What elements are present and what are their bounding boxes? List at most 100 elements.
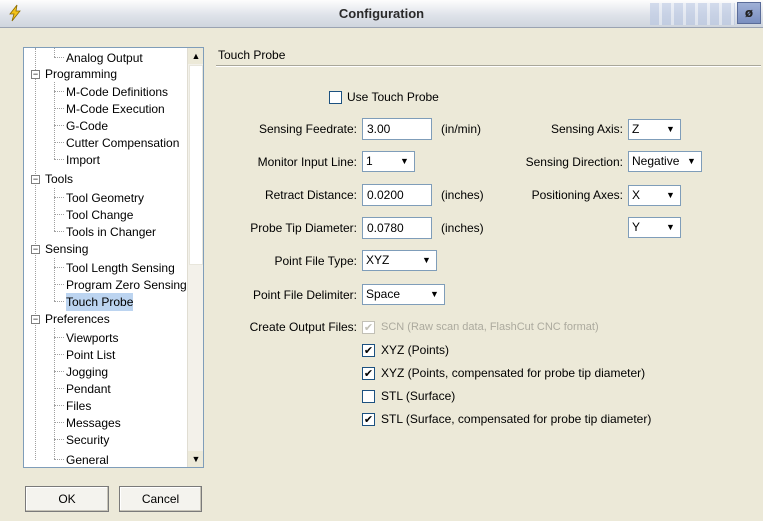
- positioning-axis-1-select[interactable]: X ▼: [628, 185, 681, 206]
- tree-line: [54, 354, 64, 355]
- output-stl-checkbox[interactable]: [362, 390, 375, 403]
- output-stl-compensated-checkbox[interactable]: ✔: [362, 413, 375, 426]
- tree-line: [54, 82, 55, 159]
- sensing-axis-select[interactable]: Z ▼: [628, 119, 681, 140]
- retract-distance-input[interactable]: 0.0200: [362, 184, 432, 206]
- output-xyz-compensated-checkbox[interactable]: ✔: [362, 367, 375, 380]
- monitor-input-line-value: 1: [366, 154, 373, 168]
- tree-item-label: Viewports: [66, 331, 119, 345]
- cancel-button[interactable]: Cancel: [119, 486, 202, 512]
- sensing-feedrate-unit: (in/min): [441, 122, 482, 136]
- output-xyz-label: XYZ (Points): [381, 343, 450, 357]
- positioning-axis-1-value: X: [632, 188, 641, 202]
- dropdown-arrow-icon: ▼: [687, 156, 696, 166]
- tree-item-label: Security: [66, 433, 110, 447]
- close-button[interactable]: ø: [737, 2, 761, 24]
- dropdown-arrow-icon: ▼: [666, 190, 675, 200]
- tree-item-label: M-Code Execution: [66, 102, 165, 116]
- collapse-icon[interactable]: −: [31, 245, 40, 254]
- tree-line: [54, 197, 64, 198]
- section-divider: [216, 65, 761, 67]
- dropdown-arrow-icon: ▼: [400, 156, 409, 166]
- positioning-axes-label: Positioning Axes:: [531, 188, 623, 202]
- tree-line: [54, 388, 64, 389]
- tree-item-label: General: [66, 453, 109, 467]
- collapse-icon[interactable]: −: [31, 70, 40, 79]
- tree-item-label: Touch Probe: [66, 293, 134, 311]
- tree-line: [54, 439, 64, 440]
- tree-item-label: Programming: [45, 67, 118, 81]
- output-scn-label: SCN (Raw scan data, FlashCut CNC format): [381, 321, 599, 333]
- tree-line: [54, 188, 55, 231]
- tree-line: [54, 142, 64, 143]
- output-scn-checkbox: ✔: [362, 321, 375, 334]
- tree-line: [54, 284, 64, 285]
- tree-line: [54, 405, 64, 406]
- tree-line: [54, 108, 64, 109]
- retract-distance-unit: (inches): [441, 188, 484, 202]
- window-title: Configuration: [338, 6, 425, 21]
- tree-item-label: M-Code Definitions: [66, 85, 169, 99]
- dropdown-arrow-icon: ▼: [666, 124, 675, 134]
- tree-item-label: Import: [66, 153, 101, 167]
- sensing-feedrate-input[interactable]: 3.00: [362, 118, 432, 140]
- sensing-direction-select[interactable]: Negative ▼: [628, 151, 702, 172]
- point-file-type-select[interactable]: XYZ ▼: [362, 250, 437, 271]
- tree-line: [54, 57, 64, 58]
- tree-item-label: Messages: [66, 416, 121, 430]
- probe-tip-diameter-unit: (inches): [441, 221, 484, 235]
- tree-line: [54, 214, 64, 215]
- output-stl-label: STL (Surface): [381, 389, 456, 403]
- tree-line: [54, 301, 64, 302]
- dropdown-arrow-icon: ▼: [430, 289, 439, 299]
- tree-item-label: Tools: [45, 172, 74, 186]
- tree-item-label: Point List: [66, 348, 116, 362]
- point-file-delimiter-value: Space: [366, 287, 401, 301]
- dropdown-arrow-icon: ▼: [422, 255, 431, 265]
- tree-line: [54, 125, 64, 126]
- tree-item-label: Tool Length Sensing: [66, 261, 175, 275]
- sensing-feedrate-label: Sensing Feedrate:: [258, 122, 357, 136]
- sensing-axis-value: Z: [632, 122, 640, 136]
- dropdown-arrow-icon: ▼: [666, 222, 675, 232]
- positioning-axis-2-value: Y: [632, 220, 641, 234]
- scroll-down-arrow-icon[interactable]: ▼: [188, 451, 203, 467]
- output-xyz-checkbox[interactable]: ✔: [362, 344, 375, 357]
- positioning-axis-2-select[interactable]: Y ▼: [628, 217, 681, 238]
- collapse-icon[interactable]: −: [31, 315, 40, 324]
- settings-tree[interactable]: Analog Output − Programming M-Code Defin…: [23, 47, 204, 468]
- point-file-delimiter-select[interactable]: Space ▼: [362, 284, 445, 305]
- monitor-input-line-select[interactable]: 1 ▼: [362, 151, 415, 172]
- tree-line: [54, 159, 64, 160]
- ok-button[interactable]: OK: [25, 486, 109, 512]
- tree-item-label: G-Code: [66, 119, 109, 133]
- create-output-files-label: Create Output Files:: [249, 320, 357, 334]
- output-xyz-compensated-label: XYZ (Points, compensated for probe tip d…: [381, 366, 646, 380]
- probe-tip-diameter-input[interactable]: 0.0780: [362, 217, 432, 239]
- collapse-icon[interactable]: −: [31, 175, 40, 184]
- tree-line: [54, 337, 64, 338]
- point-file-delimiter-label: Point File Delimiter:: [252, 288, 357, 302]
- monitor-input-line-label: Monitor Input Line:: [257, 155, 357, 169]
- tree-item-label: Sensing: [45, 242, 89, 256]
- tree-line: [54, 258, 55, 301]
- retract-distance-label: Retract Distance:: [264, 188, 357, 202]
- tree-line: [35, 48, 36, 460]
- point-file-type-label: Point File Type:: [274, 254, 358, 268]
- tree-item-label: Tools in Changer: [66, 225, 157, 239]
- tree-item-label: Files: [66, 399, 92, 413]
- tree-item-label: Pendant: [66, 382, 111, 396]
- tree-line: [54, 267, 64, 268]
- section-title: Touch Probe: [218, 48, 286, 62]
- tree-line: [54, 91, 64, 92]
- tree-item-label: Tool Geometry: [66, 191, 145, 205]
- probe-tip-diameter-label: Probe Tip Diameter:: [250, 221, 357, 235]
- tree-item-label: Preferences: [45, 312, 110, 326]
- sensing-direction-label: Sensing Direction:: [525, 155, 623, 169]
- scroll-up-arrow-icon[interactable]: ▲: [188, 48, 203, 64]
- sensing-axis-label: Sensing Axis:: [550, 122, 623, 136]
- use-touch-probe-checkbox[interactable]: [329, 91, 342, 104]
- sensing-direction-value: Negative: [632, 154, 680, 168]
- tree-line: [54, 422, 64, 423]
- tree-line: [54, 459, 64, 460]
